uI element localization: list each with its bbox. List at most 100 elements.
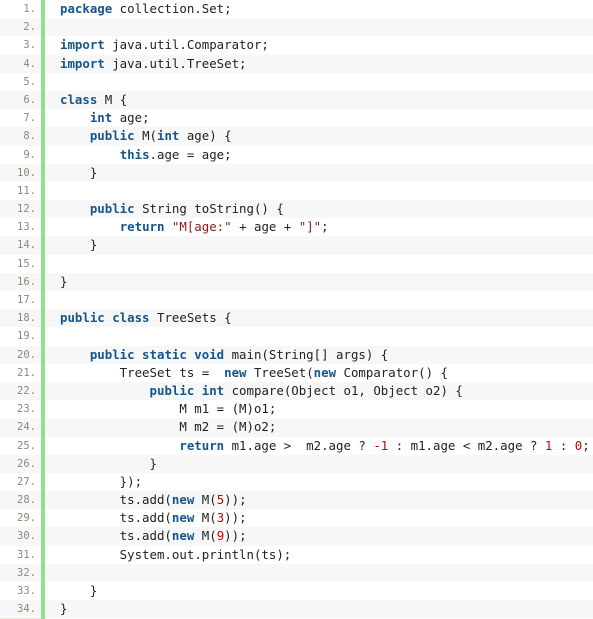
code-text: import java.util.Comparator; [60, 36, 593, 54]
code-line[interactable]: 20. public static void main(String[] arg… [0, 345, 593, 364]
code-line[interactable]: 31. System.out.println(ts); [0, 545, 593, 564]
token-t: )); [224, 528, 247, 544]
code-line[interactable]: 33. } [0, 582, 593, 601]
token-t: ; [321, 219, 329, 235]
token-t: TreeSet( [246, 364, 314, 380]
code-line[interactable]: 19. [0, 327, 593, 346]
token-t: java.util.TreeSet; [104, 55, 247, 71]
code-line[interactable]: 32. [0, 563, 593, 582]
code-line[interactable]: 10. } [0, 163, 593, 182]
code-line[interactable]: 17. [0, 291, 593, 310]
token-t: M( [194, 492, 217, 508]
token-t: m1.age > m2.age ? [224, 437, 374, 453]
token-t: M( [194, 510, 217, 526]
line-number: 8. [23, 130, 36, 143]
code-line[interactable]: 21. TreeSet ts = new TreeSet(new Compara… [0, 363, 593, 382]
code-line[interactable]: 5. [0, 72, 593, 91]
token-t: )); [224, 492, 247, 508]
token-t: } [60, 455, 157, 471]
token-t: } [60, 273, 68, 289]
token-t: age) { [179, 128, 232, 144]
code-line[interactable]: 26. } [0, 454, 593, 473]
token-t: } [60, 583, 98, 598]
code-line[interactable]: 9. this.age = age; [0, 145, 593, 164]
token-k: public [89, 201, 135, 217]
code-text: ts.add(new M(3)); [60, 509, 593, 527]
token-k: public [89, 128, 135, 144]
line-number: 7. [23, 112, 36, 125]
code-line[interactable]: 30. ts.add(new M(9)); [0, 527, 593, 546]
code-text: System.out.println(ts); [60, 546, 593, 564]
code-text: import java.util.TreeSet; [60, 55, 593, 73]
code-text: public M(int age) { [60, 127, 593, 145]
token-t: } [60, 164, 98, 180]
token-t [60, 110, 90, 125]
token-t: System.out.println(ts); [60, 546, 292, 562]
code-line[interactable]: 4. import java.util.TreeSet; [0, 54, 593, 73]
token-t: + age + [231, 219, 299, 235]
line-number: 17. [17, 294, 36, 306]
code-text: } [60, 600, 593, 618]
code-text: } [60, 236, 593, 254]
token-k: int [157, 128, 180, 144]
line-number: 2. [23, 21, 36, 34]
code-line[interactable]: 13. return "M[age:" + age + "]"; [0, 218, 593, 237]
line-number: 33. [17, 585, 36, 597]
token-t: M m2 = (M)o2; [60, 419, 277, 435]
code-line[interactable]: 15. [0, 254, 593, 273]
line-number: 31. [17, 548, 36, 561]
code-line[interactable]: 6. class M { [0, 90, 593, 110]
token-t: ts.add( [60, 528, 172, 544]
code-line[interactable]: 8. public M(int age) { [0, 127, 593, 146]
line-number: 28. [17, 494, 36, 507]
code-line[interactable]: 24. M m2 = (M)o2; [0, 418, 593, 437]
line-number: 5. [23, 75, 36, 88]
token-s: "]" [298, 219, 322, 235]
code-line[interactable]: 11. [0, 181, 593, 201]
code-line[interactable]: 23. M m1 = (M)o1; [0, 400, 593, 419]
code-line[interactable]: 27. }); [0, 472, 593, 492]
code-line[interactable]: 7. int age; [0, 109, 593, 128]
token-t: M( [134, 128, 157, 144]
token-t: ; [582, 437, 590, 453]
code-line[interactable]: 29. ts.add(new M(3)); [0, 509, 593, 528]
code-text: class M { [60, 91, 593, 109]
code-rows[interactable]: 1. package collection.Set; 2. 3. import jav… [0, 0, 593, 619]
token-t: ts.add( [60, 510, 172, 526]
code-line[interactable]: 12. public String toString() { [0, 200, 593, 219]
gutter-accent-rule [41, 0, 45, 619]
code-line[interactable]: 34.} [0, 600, 593, 619]
code-line[interactable]: 1. package collection.Set; [0, 0, 593, 19]
token-t: TreeSets { [149, 310, 232, 326]
code-line[interactable]: 25. return m1.age > m2.age ? -1 : m1.age… [0, 436, 593, 455]
line-number: 22. [17, 384, 36, 397]
code-line[interactable]: 2. [0, 18, 593, 37]
token-s: "M[age:" [171, 219, 232, 235]
line-number: 9. [23, 148, 36, 161]
code-line[interactable]: 16.} [0, 272, 593, 291]
token-t [60, 128, 90, 143]
line-number: 12. [17, 203, 36, 216]
token-k: package [60, 1, 113, 16]
code-text: M m1 = (M)o1; [60, 400, 593, 418]
code-line[interactable]: 3. import java.util.Comparator; [0, 36, 593, 55]
line-number: 19. [17, 330, 36, 343]
line-number: 1. [23, 3, 36, 15]
token-t [60, 438, 179, 453]
token-k: import [60, 37, 105, 53]
token-k: public static void [89, 346, 225, 362]
code-line[interactable]: 14. } [0, 236, 593, 255]
token-t: TreeSet ts = [60, 364, 225, 380]
token-t: } [60, 237, 98, 253]
code-text: return m1.age > m2.age ? -1 : m1.age < m… [60, 437, 593, 455]
code-line[interactable]: 28. ts.add(new M(5)); [0, 491, 593, 510]
code-line[interactable]: 22. public int compare(Object o1, Object… [0, 381, 593, 401]
token-t: M( [194, 528, 217, 544]
token-k: int [89, 110, 113, 126]
line-number: 18. [17, 312, 36, 325]
code-text: ts.add(new M(5)); [60, 491, 593, 509]
code-line[interactable]: 18. public class TreeSets { [0, 309, 593, 328]
code-text: } [60, 273, 593, 291]
